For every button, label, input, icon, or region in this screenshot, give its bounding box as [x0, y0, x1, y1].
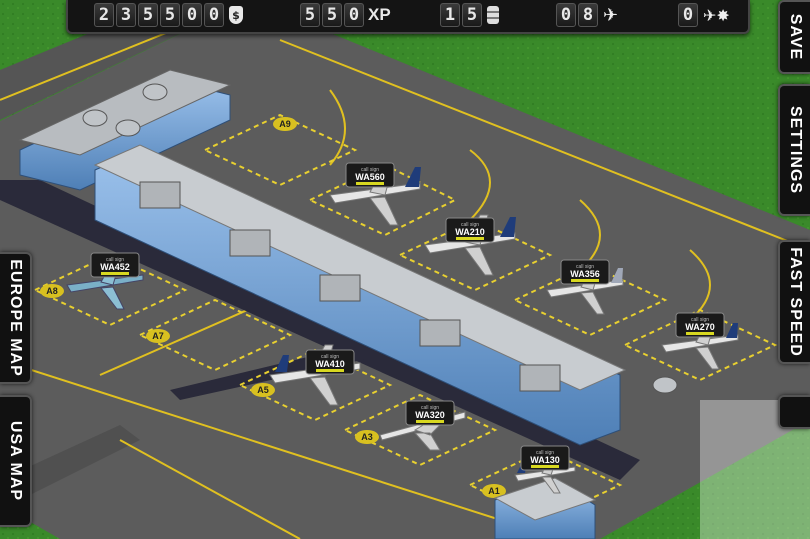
flight-number: WA560 [355, 172, 385, 182]
gate-a5-marker: A5 [251, 383, 275, 397]
save-button[interactable]: SAVE [778, 0, 810, 74]
gate-a3-marker: A3 [355, 430, 379, 444]
flights-digit: 0 [556, 3, 576, 27]
incidents-counter: 0 ✈✸ [678, 2, 730, 28]
gate-a8-label: A8 [46, 286, 58, 296]
money-digit: 2 [94, 3, 114, 27]
callsign-tag[interactable]: call sign WA452 [90, 252, 140, 278]
callsign-tag[interactable]: call sign WA320 [405, 400, 455, 426]
callsign-tag[interactable]: call sign WA560 [345, 162, 395, 188]
fuel-barrel-icon [487, 6, 499, 24]
flight-number: WA210 [455, 227, 485, 237]
fast-speed-button-label: FAST SPEED [787, 247, 804, 357]
save-button-label: SAVE [787, 13, 804, 61]
money-digits: 2 3 5 5 0 0 [94, 3, 226, 27]
airport-map[interactable]: A9 A8 A7 A5 A3 A1 call sign WA560 call s… [0, 0, 810, 539]
callsign-tag[interactable]: call sign WA130 [520, 445, 570, 471]
usa-map-button-label: USA MAP [7, 420, 24, 502]
flight-number: WA452 [100, 262, 130, 272]
money-digit: 5 [138, 3, 158, 27]
flights-counter: 0 8 ✈ [556, 2, 618, 28]
xp-digit: 0 [344, 3, 364, 27]
flights-digit: 8 [578, 3, 598, 27]
gate-a9-label: A9 [279, 119, 291, 129]
callsign-tag[interactable]: call sign WA270 [675, 312, 725, 338]
callsign-tag[interactable]: call sign WA410 [305, 349, 355, 375]
flight-number: WA410 [315, 359, 345, 369]
flights-digits: 0 8 [556, 3, 600, 27]
callsign-tag[interactable]: call sign WA210 [445, 217, 495, 243]
gate-a1-label: A1 [488, 486, 500, 496]
settings-button[interactable]: SETTINGS [778, 84, 810, 216]
side-button-partial[interactable] [778, 395, 810, 429]
fuel-digit: 1 [440, 3, 460, 27]
fuel-digit: 5 [462, 3, 482, 27]
flight-number: WA320 [415, 410, 445, 420]
airplane-icon: ✈ [603, 4, 619, 26]
fuel-counter: 1 5 [440, 2, 499, 28]
money-counter: 2 3 5 5 0 0 $ [94, 2, 243, 28]
callsign-tag[interactable]: call sign WA356 [560, 259, 610, 285]
flight-number: WA130 [530, 455, 560, 465]
xp-digit: 5 [322, 3, 342, 27]
gate-a7-label: A7 [152, 331, 164, 341]
money-digit: 5 [160, 3, 180, 27]
flight-number: WA356 [570, 269, 600, 279]
usa-map-button[interactable]: USA MAP [0, 395, 32, 527]
gate-a3-label: A3 [361, 432, 373, 442]
incidents-digits: 0 [678, 3, 700, 27]
europe-map-button-label: EUROPE MAP [7, 259, 24, 377]
gate-a5-label: A5 [257, 385, 269, 395]
incidents-digit: 0 [678, 3, 698, 27]
top-hud: 2 3 5 5 0 0 $ 5 5 0 XP 1 5 0 8 ✈ 0 ✈✸ [66, 0, 750, 34]
money-digit: 3 [116, 3, 136, 27]
money-digit: 0 [182, 3, 202, 27]
fuel-digits: 1 5 [440, 3, 484, 27]
gate-a7-marker: A7 [146, 329, 170, 343]
flight-number: WA270 [685, 322, 715, 332]
xp-counter: 5 5 0 XP [300, 2, 391, 28]
money-digit: 0 [204, 3, 224, 27]
xp-suffix: XP [368, 5, 391, 24]
gate-a9-marker: A9 [273, 117, 297, 131]
settings-button-label: SETTINGS [787, 105, 804, 195]
xp-digits: 5 5 0 [300, 3, 366, 27]
broken-airplane-icon: ✈✸ [703, 5, 730, 25]
money-bag-icon: $ [229, 6, 243, 24]
xp-digit: 5 [300, 3, 320, 27]
fast-speed-button[interactable]: FAST SPEED [778, 240, 810, 364]
gate-a8-marker: A8 [40, 284, 64, 298]
europe-map-button[interactable]: EUROPE MAP [0, 252, 32, 384]
